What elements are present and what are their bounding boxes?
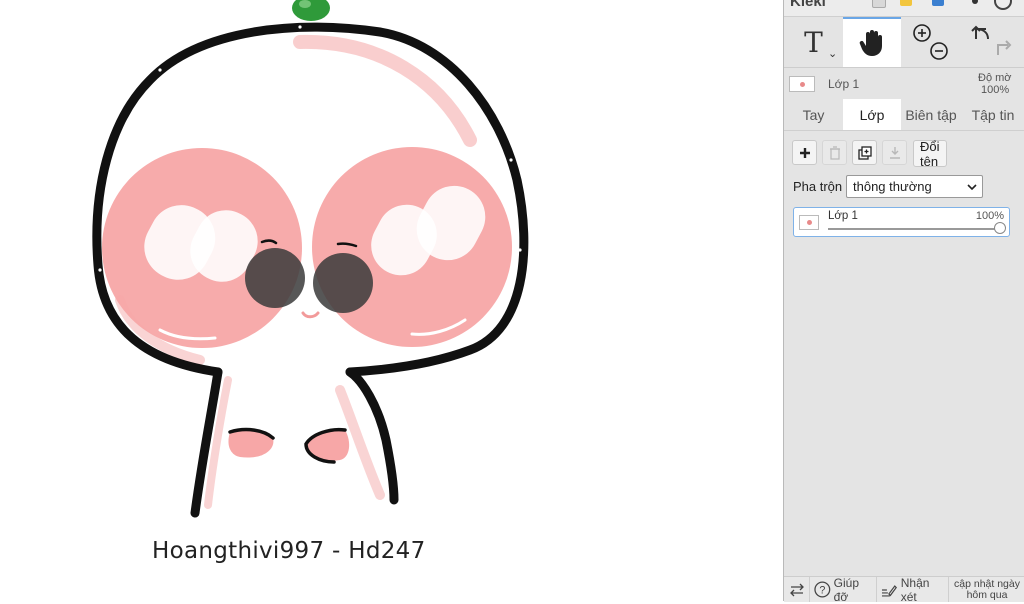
- layer-opacity-slider[interactable]: [828, 222, 1006, 234]
- chevron-down-icon[interactable]: ⌄: [828, 47, 837, 60]
- undo-icon[interactable]: [971, 25, 989, 40]
- app-brand: Kleki: [790, 0, 826, 10]
- plus-icon: [799, 147, 810, 158]
- current-layer-name: Lớp 1: [828, 77, 860, 91]
- opacity-value: 100%: [981, 84, 1010, 96]
- settings-icon[interactable]: [994, 0, 1012, 10]
- zoom-icons: [913, 24, 948, 60]
- tab-layers[interactable]: Lớp: [843, 99, 901, 130]
- zoom-in-icon[interactable]: [913, 24, 931, 42]
- layer-thumbnail: [789, 76, 815, 92]
- top-strip: Kleki: [784, 0, 1024, 17]
- text-tool-icon: T: [804, 25, 823, 59]
- left-eye: [245, 248, 305, 308]
- bottom-bar: ? Giúp đỡ Nhận xét cập nhật ngày hôm qua: [784, 575, 1024, 604]
- opacity-label: Độ mờ: [978, 72, 1012, 84]
- blend-mode-label: Pha trộn: [793, 179, 843, 194]
- zoom-buttons: [901, 17, 959, 67]
- side-panel: Kleki T ⌄ Lớp 1 Độ mờ 100% Tay Lớp Biên …: [783, 0, 1024, 604]
- artist-credit-text: Hoangthivi997 - Hd247: [152, 538, 426, 564]
- character-drawing: [92, 0, 529, 518]
- dot-icon[interactable]: [972, 0, 978, 4]
- help-label: Giúp đỡ: [833, 575, 860, 604]
- right-eye: [313, 253, 373, 313]
- layout-icon[interactable]: [872, 0, 886, 8]
- chevron-down-icon: [967, 180, 977, 195]
- hand-tool-button[interactable]: [843, 17, 901, 67]
- feedback-button[interactable]: Nhận xét: [877, 575, 949, 604]
- tab-file[interactable]: Tập tin: [961, 99, 1024, 130]
- layer-thumbnail: [799, 215, 819, 230]
- update-note: cập nhật ngày hôm qua: [954, 578, 1020, 601]
- text-tool-button[interactable]: T ⌄: [784, 17, 843, 67]
- rename-layer-button[interactable]: Đổi tên: [913, 139, 947, 169]
- tab-brush[interactable]: Tay: [784, 99, 843, 130]
- trash-icon: [829, 145, 840, 160]
- drawing-canvas[interactable]: Hoangthivi997 - Hd247: [0, 0, 783, 601]
- feedback-label: Nhận xét: [900, 575, 930, 604]
- hand-icon: [859, 30, 882, 56]
- slider-knob[interactable]: [994, 222, 1006, 234]
- tab-edit[interactable]: Biên tập: [901, 99, 961, 130]
- duplicate-layer-button[interactable]: [852, 140, 877, 165]
- merge-down-icon: [889, 146, 900, 159]
- delete-layer-button[interactable]: [822, 140, 847, 165]
- svg-text:?: ?: [819, 584, 825, 596]
- feedback-icon: [881, 584, 897, 596]
- blend-mode-value: thông thường: [853, 179, 932, 194]
- zoom-out-icon[interactable]: [930, 42, 948, 60]
- layer-list-item[interactable]: Lớp 1 100%: [793, 207, 1010, 237]
- help-icon: ?: [814, 581, 831, 598]
- panel-tabs: Tay Lớp Biên tập Tập tin: [784, 99, 1024, 131]
- redo-icon[interactable]: [997, 40, 1012, 55]
- merge-layer-button[interactable]: [882, 140, 907, 165]
- blend-mode-select[interactable]: thông thường: [846, 175, 983, 198]
- current-layer-summary: Lớp 1 Độ mờ 100%: [784, 68, 1024, 98]
- swap-panel-button[interactable]: [784, 577, 810, 602]
- history-icons: [971, 25, 1012, 55]
- brush-color-icon[interactable]: [932, 0, 944, 6]
- duplicate-icon: [857, 145, 872, 160]
- tool-row: T ⌄: [784, 17, 1024, 68]
- leaf-shape: [292, 0, 330, 21]
- swap-arrows-icon: [789, 583, 804, 596]
- layer-name: Lớp 1: [828, 210, 858, 222]
- add-layer-button[interactable]: [792, 140, 817, 165]
- help-button[interactable]: ? Giúp đỡ: [810, 575, 877, 604]
- layer-opacity-text: 100%: [975, 210, 1004, 222]
- history-buttons: [959, 17, 1024, 67]
- color-swatch-icon[interactable]: [900, 0, 912, 6]
